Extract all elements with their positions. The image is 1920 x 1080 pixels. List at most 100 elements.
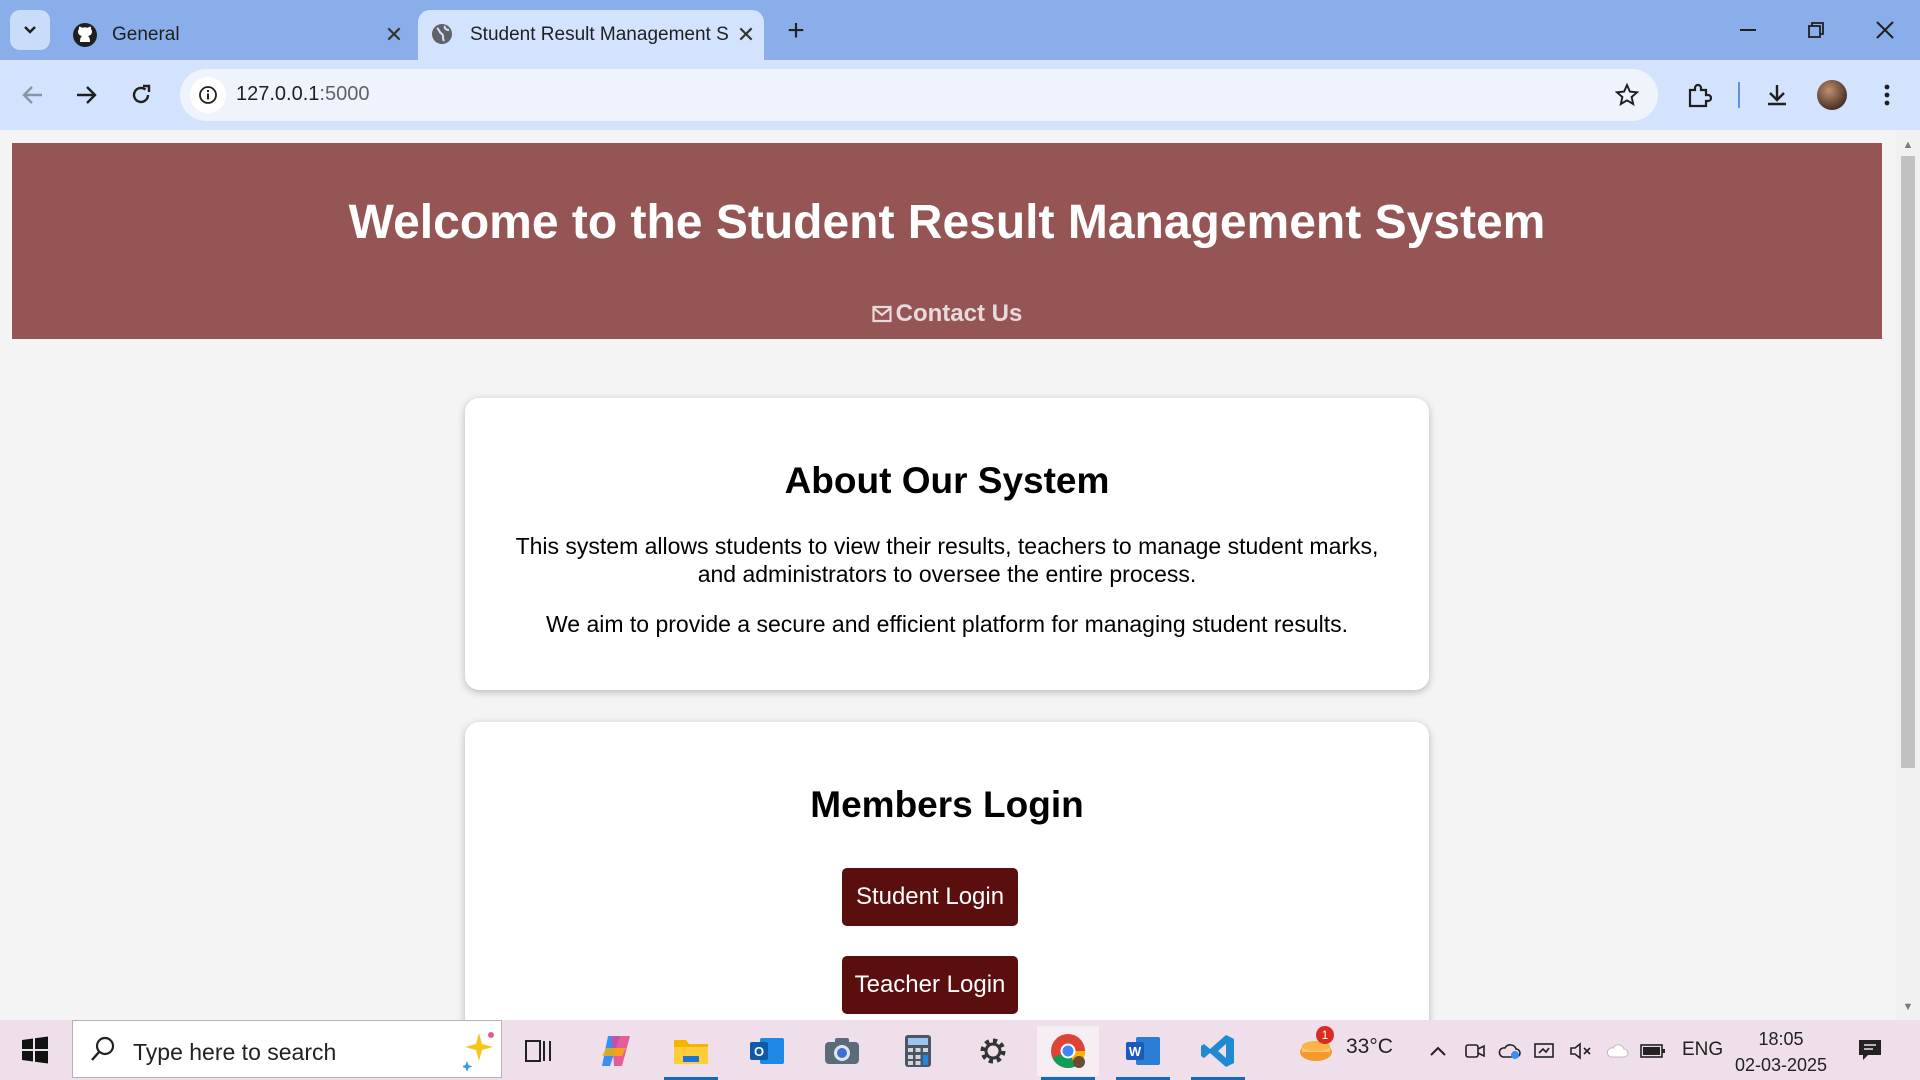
- restore-button[interactable]: [1786, 8, 1846, 52]
- student-login-button[interactable]: Student Login: [842, 868, 1018, 926]
- vscode-app[interactable]: [1187, 1026, 1249, 1080]
- calculator-icon: [905, 1035, 931, 1067]
- taskbar-clock[interactable]: 18:05 02-03-2025: [1734, 1026, 1828, 1078]
- onedrive-sync-icon[interactable]: [1496, 1038, 1522, 1064]
- github-icon: [72, 22, 98, 48]
- arrow-left-icon: [22, 86, 42, 104]
- chrome-icon: [1051, 1034, 1085, 1069]
- reload-icon: [132, 84, 151, 104]
- about-card: About Our System This system allows stud…: [465, 398, 1429, 690]
- page-title: Welcome to the Student Result Management…: [348, 196, 1546, 249]
- forward-button[interactable]: [65, 74, 107, 116]
- weather-temperature: 33°C: [1346, 1035, 1393, 1058]
- profile-avatar[interactable]: [1817, 80, 1847, 110]
- copilot-app[interactable]: [585, 1026, 647, 1076]
- close-icon: [1876, 21, 1894, 39]
- taskbar-search-box[interactable]: Type here to search: [72, 1020, 502, 1078]
- task-view-icon: [525, 1040, 551, 1062]
- download-icon: [1768, 85, 1786, 106]
- chevron-up-icon[interactable]: [1425, 1038, 1451, 1064]
- address-bar[interactable]: 127.0.0.1:5000: [180, 69, 1658, 121]
- page-scrollbar[interactable]: ▲ ▼: [1896, 130, 1920, 1020]
- svg-text:W: W: [1129, 1044, 1142, 1059]
- extensions-button[interactable]: [1678, 74, 1720, 116]
- close-icon[interactable]: ✕: [728, 22, 764, 48]
- cloud-icon[interactable]: [1604, 1038, 1630, 1064]
- search-icon: [91, 1036, 115, 1061]
- info-icon[interactable]: [190, 77, 226, 113]
- scrollbar-thumb[interactable]: [1901, 156, 1915, 768]
- folder-icon: [674, 1040, 708, 1064]
- kebab-menu-icon: [1884, 84, 1890, 106]
- tab-search-button[interactable]: [10, 10, 50, 50]
- svg-text:O: O: [754, 1044, 764, 1059]
- word-icon: W: [1126, 1037, 1160, 1065]
- clock-time: 18:05: [1758, 1029, 1804, 1049]
- globe-icon: [430, 22, 456, 48]
- weather-widget[interactable]: 1 33°C: [1298, 1026, 1393, 1064]
- camera-icon: [825, 1038, 859, 1064]
- about-paragraph: This system allows students to view thei…: [515, 533, 1379, 587]
- downloads-button[interactable]: [1756, 74, 1798, 116]
- weather-icon: 1: [1298, 1026, 1334, 1064]
- toolbar-divider: [1738, 82, 1740, 108]
- scroll-up-icon[interactable]: ▲: [1902, 140, 1914, 151]
- windows-logo-icon: [22, 1036, 48, 1064]
- settings-app[interactable]: [962, 1026, 1024, 1076]
- clock-date: 02-03-2025: [1734, 1055, 1828, 1075]
- restore-icon: [1808, 22, 1824, 38]
- browser-toolbar: 127.0.0.1:5000: [0, 60, 1920, 130]
- outlook-icon: O: [750, 1038, 784, 1064]
- minimize-button[interactable]: [1718, 8, 1778, 52]
- bookmark-star-icon[interactable]: [1610, 78, 1644, 112]
- teacher-login-button[interactable]: Teacher Login: [842, 956, 1018, 1014]
- word-app[interactable]: W: [1112, 1026, 1174, 1080]
- notification-center-button[interactable]: [1856, 1036, 1886, 1066]
- gear-icon: [980, 1038, 1006, 1064]
- new-tab-button[interactable]: +: [776, 14, 816, 48]
- contact-us-label: Contact Us: [895, 300, 1023, 327]
- contact-us-link[interactable]: Contact Us: [12, 300, 1882, 328]
- meet-now-icon[interactable]: [1462, 1038, 1488, 1064]
- volume-muted-icon[interactable]: [1568, 1038, 1594, 1064]
- tab-general[interactable]: General ✕: [62, 10, 412, 60]
- battery-icon[interactable]: [1640, 1038, 1666, 1064]
- chrome-app[interactable]: [1037, 1026, 1099, 1080]
- chevron-down-icon: [24, 26, 36, 34]
- arrow-right-icon: [77, 86, 97, 104]
- close-icon[interactable]: ✕: [376, 22, 412, 48]
- vscode-icon: [1201, 1035, 1234, 1067]
- about-title: About Our System: [784, 460, 1110, 501]
- notification-icon: [1859, 1040, 1881, 1060]
- mail-icon: [872, 305, 892, 323]
- window-close-button[interactable]: [1855, 8, 1915, 52]
- browser-tab-strip: General ✕ Student Result Management Sy ✕…: [0, 0, 1920, 60]
- reload-button[interactable]: [120, 74, 162, 116]
- tab-student-result[interactable]: Student Result Management Sy ✕: [418, 10, 764, 60]
- task-view-button[interactable]: [508, 1026, 570, 1076]
- members-login-card: Members Login Student Login Teacher Logi…: [465, 722, 1429, 1020]
- url-port: :5000: [319, 83, 370, 105]
- copilot-sparkle-icon: [463, 1032, 494, 1071]
- members-login-title: Members Login: [810, 784, 1084, 825]
- puzzle-icon: [1688, 83, 1712, 108]
- url-host: 127.0.0.1: [236, 83, 320, 105]
- windows-taskbar: Type here to search O W 1 33°C ENG 18:05…: [0, 1020, 1920, 1080]
- start-button[interactable]: [14, 1034, 56, 1066]
- back-button[interactable]: [12, 74, 54, 116]
- weather-badge: 1: [1316, 1026, 1334, 1044]
- tab-title: General: [112, 24, 180, 45]
- about-paragraph: We aim to provide a secure and efficient…: [545, 611, 1348, 637]
- scroll-down-icon[interactable]: ▼: [1902, 1002, 1914, 1013]
- copilot-icon: [602, 1036, 630, 1066]
- input-language[interactable]: ENG: [1682, 1039, 1723, 1061]
- menu-button[interactable]: [1866, 74, 1908, 116]
- url-text: 127.0.0.1:5000: [236, 83, 369, 106]
- file-explorer-app[interactable]: [660, 1026, 722, 1080]
- calculator-app[interactable]: [887, 1026, 949, 1076]
- display-icon[interactable]: [1532, 1038, 1558, 1064]
- minimize-icon: [1740, 29, 1756, 31]
- outlook-app[interactable]: O: [736, 1026, 798, 1076]
- site-header: Welcome to the Student Result Management…: [12, 143, 1882, 339]
- camera-app[interactable]: [811, 1026, 873, 1076]
